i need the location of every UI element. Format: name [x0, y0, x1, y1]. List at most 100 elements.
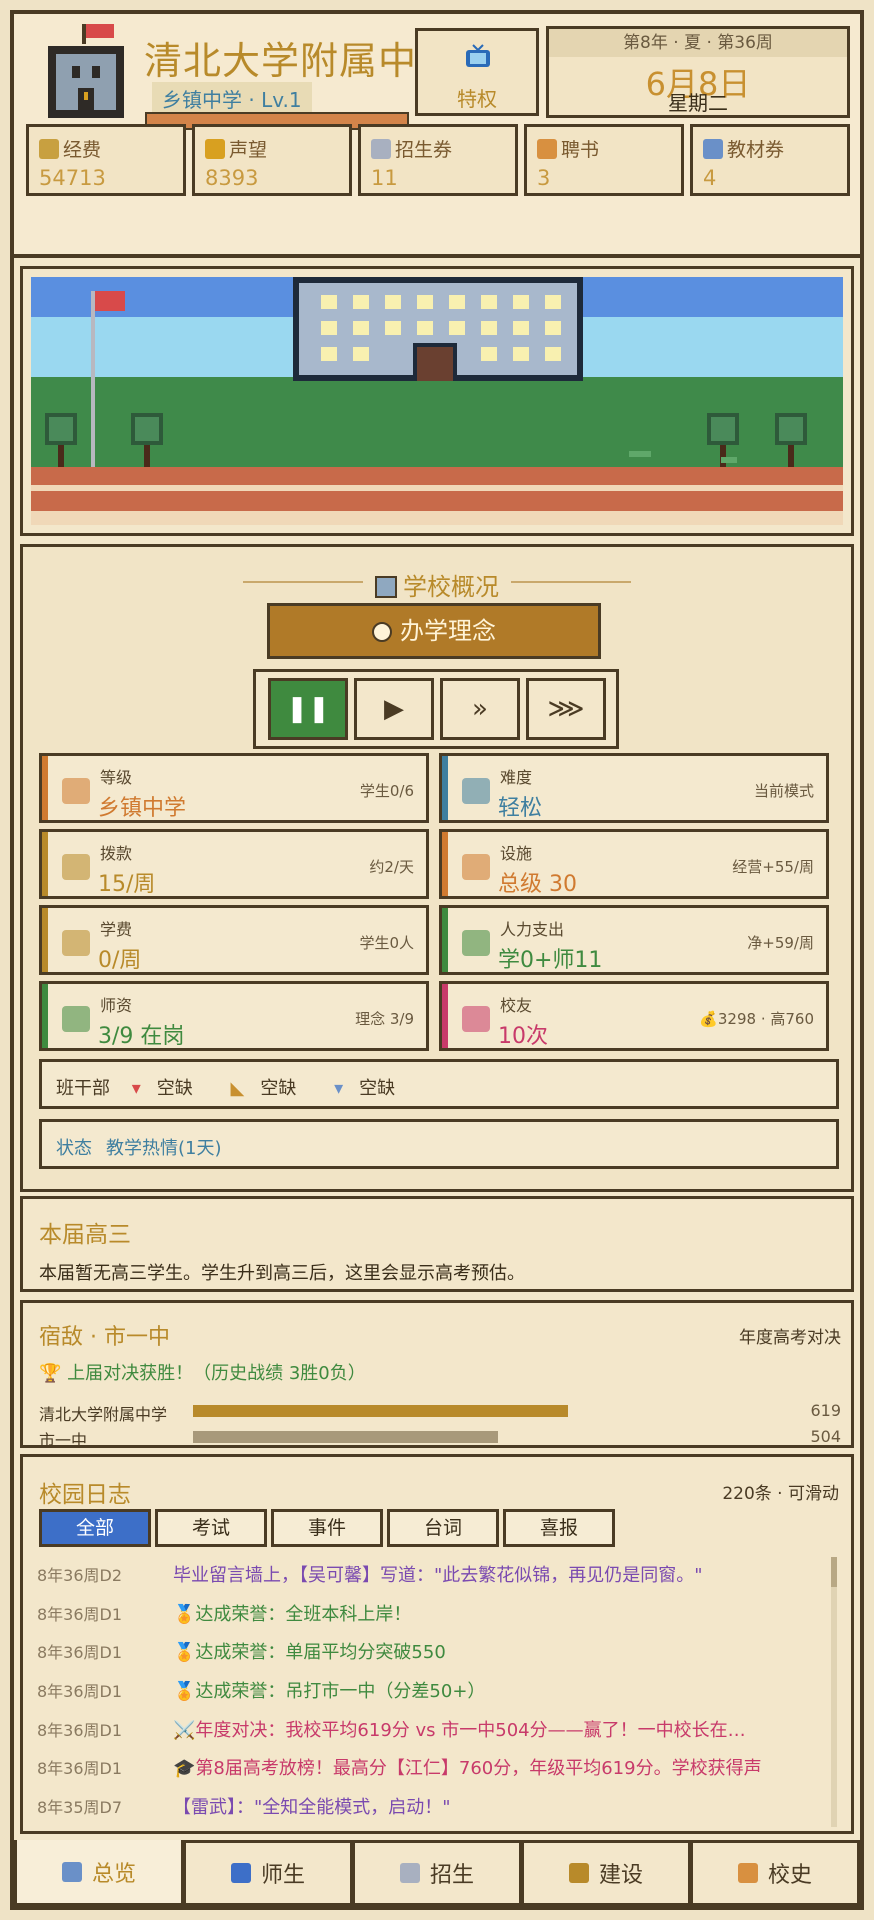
stat-card[interactable]: 设施 总级 30 经营+55/周 — [439, 829, 829, 899]
resource-enroll-tickets[interactable]: 招生券 11 — [358, 124, 518, 196]
resource-name: 教材券 — [727, 139, 785, 161]
school-scene[interactable] — [31, 277, 843, 525]
play-speed-1-button[interactable]: ▶ — [354, 678, 434, 740]
stat-card[interactable]: 师资 3/9 在岗 理念 3/9 — [39, 981, 429, 1051]
resource-offer-letters[interactable]: 聘书 3 — [524, 124, 684, 196]
log-tab[interactable]: 台词 — [387, 1509, 499, 1547]
stat-label: 人力支出 — [500, 920, 565, 939]
philosophy-button[interactable]: 办学理念 — [267, 603, 601, 659]
log-entry: 8年36周D2 毕业留言墙上，【吴可馨】写道："此去繁花似锦，再见仍是同窗。" — [37, 1555, 837, 1594]
stat-card[interactable]: 人力支出学0+师11 净+59/周 — [439, 905, 829, 975]
log-entry-time: 8年36周D1 — [37, 1720, 123, 1740]
stat-detail: 学生0人 — [359, 934, 414, 952]
nav-总览[interactable]: 总览 — [14, 1840, 184, 1906]
privilege-label: 特权 — [457, 87, 497, 111]
books-icon — [703, 138, 723, 159]
stat-accent-bar — [42, 756, 48, 820]
log-entry-text: 🏅达成荣誉：单届平均分突破550 — [173, 1642, 446, 1664]
stat-detail: 💰3298 · 高760 — [699, 1010, 814, 1028]
status-label: 状态 — [56, 1138, 92, 1159]
philosophy-label: 办学理念 — [400, 617, 496, 645]
stat-card[interactable]: 学费 0/周 学生0人 — [39, 905, 429, 975]
class-officers[interactable]: 班干部 ▾ 空缺 ◣ 空缺 ▾ 空缺 — [39, 1059, 839, 1109]
resource-value: 54713 — [39, 166, 106, 190]
officer-slot[interactable]: ▾ 空缺 — [334, 1078, 411, 1099]
log-entry-text: 🎓第8届高考放榜！最高分【江仁】760分，年级平均619分。学校获得声 — [173, 1758, 762, 1780]
log-tab[interactable]: 喜报 — [503, 1509, 615, 1547]
stat-value: 10次 — [498, 1024, 548, 1049]
rival-score-row: 清北大学附属中学 619 — [39, 1399, 841, 1424]
compass-icon — [372, 622, 392, 642]
pause-button[interactable]: ❚❚ — [268, 678, 348, 740]
stat-detail: 学生0/6 — [359, 782, 414, 800]
play-speed-2-button[interactable]: » — [440, 678, 520, 740]
resource-prestige[interactable]: 声望 8393 — [192, 124, 352, 196]
stat-label: 等级 — [100, 768, 133, 787]
stat-accent-bar — [442, 908, 448, 972]
money-bag-icon — [39, 138, 59, 159]
log-entry-time: 8年36周D1 — [37, 1604, 123, 1624]
log-entry: 8年36周D1 🏅达成荣誉：全班本科上岸！ — [37, 1594, 837, 1633]
stat-detail: 理念 3/9 — [355, 1010, 414, 1028]
nav-建设[interactable]: 建设 — [521, 1840, 691, 1906]
stat-value: 总级 30 — [498, 872, 577, 897]
log-scrollbar[interactable] — [831, 1557, 837, 1827]
stat-accent-bar — [42, 984, 48, 1048]
resource-funds[interactable]: 经费 54713 — [26, 124, 186, 196]
stat-value: 15/周 — [98, 872, 156, 897]
stat-card[interactable]: 校友 10次 💰3298 · 高760 — [439, 981, 829, 1051]
stat-detail: 净+59/周 — [747, 934, 814, 952]
stat-card[interactable]: 难度 轻松 当前模式 — [439, 753, 829, 823]
log-entries[interactable]: 8年36周D2 毕业留言墙上，【吴可馨】写道："此去繁花似锦，再见仍是同窗。" 8年… — [37, 1555, 837, 1825]
rival-score-bar — [193, 1431, 498, 1443]
gift-icon — [462, 1006, 490, 1032]
nav-师生[interactable]: 师生 — [183, 1840, 353, 1906]
resource-name: 经费 — [63, 139, 102, 161]
campus-log: 校园日志 220条 · 可滑动 全部 考试 事件 台词 喜报 8年36周D2 毕业留言墙上… — [20, 1454, 854, 1834]
resource-bar: 经费 54713 声望 8393 招生券 11 聘书 3 教材券 4 — [26, 124, 856, 200]
privilege-button[interactable]: 特权 — [415, 28, 539, 116]
stat-value: 0/周 — [98, 948, 142, 973]
resource-value: 8393 — [205, 166, 259, 190]
resource-value: 3 — [537, 166, 551, 190]
officer-slot[interactable]: ▾ 空缺 — [132, 1078, 209, 1099]
log-entry: 8年36周D1 🎓第8届高考放榜！最高分【江仁】760分，年级平均619分。学校获… — [37, 1748, 837, 1787]
scrollbar-thumb[interactable] — [831, 1557, 837, 1587]
stat-label: 师资 — [100, 996, 133, 1015]
resource-name: 声望 — [229, 139, 268, 161]
stat-accent-bar — [442, 832, 448, 896]
season-week: 第8年 · 夏 · 第36周 — [549, 29, 847, 57]
stat-accent-bar — [442, 756, 448, 820]
ticket-icon — [399, 1863, 420, 1883]
stat-value: 乡镇中学 — [98, 796, 187, 821]
rival-school-name: 市一中 — [39, 1431, 88, 1450]
resource-value: 4 — [703, 166, 717, 190]
nav-label: 校史 — [767, 1863, 812, 1888]
nav-校史[interactable]: 校史 — [690, 1840, 860, 1906]
log-tab[interactable]: 考试 — [155, 1509, 267, 1547]
stat-card[interactable]: 拨款 15/周 约2/天 — [39, 829, 429, 899]
tv-icon — [466, 44, 490, 67]
log-tab[interactable]: 全部 — [39, 1509, 151, 1547]
log-entry-time: 8年36周D1 — [37, 1759, 123, 1779]
officer-slot[interactable]: ◣ 空缺 — [231, 1078, 313, 1099]
school-building-icon — [375, 576, 397, 598]
school-icon — [61, 1861, 82, 1882]
play-speed-3-button[interactable]: ⋙ — [526, 678, 606, 740]
stat-value: 轻松 — [498, 796, 543, 821]
rival-school-name: 清北大学附属中学 — [39, 1405, 168, 1424]
nav-招生[interactable]: 招生 — [352, 1840, 522, 1906]
rival-last-result: 🏆 上届对决获胜！（历史战绩 3胜0负） — [39, 1363, 366, 1384]
log-entry-text: ⚔️年度对决：我校平均619分 vs 市一中504分——赢了！一中校长在… — [173, 1719, 746, 1741]
log-tab[interactable]: 事件 — [271, 1509, 383, 1547]
resource-textbook-tickets[interactable]: 教材券 4 — [690, 124, 850, 196]
stat-accent-bar — [42, 908, 48, 972]
stat-label: 设施 — [500, 844, 533, 863]
stat-detail: 约2/天 — [369, 858, 414, 876]
stat-value: 学0+师11 — [498, 948, 603, 973]
stat-card[interactable]: 等级乡镇中学 学生0/6 — [39, 753, 429, 823]
nav-label: 招生 — [429, 1863, 474, 1888]
log-entry: 8年36周D1 ⚔️年度对决：我校平均619分 vs 市一中504分——赢了！一中… — [37, 1709, 837, 1748]
principal-avatar-icon[interactable] — [38, 22, 134, 122]
date-panel: 第8年 · 夏 · 第36周 6月8日 星期二 — [546, 26, 850, 118]
